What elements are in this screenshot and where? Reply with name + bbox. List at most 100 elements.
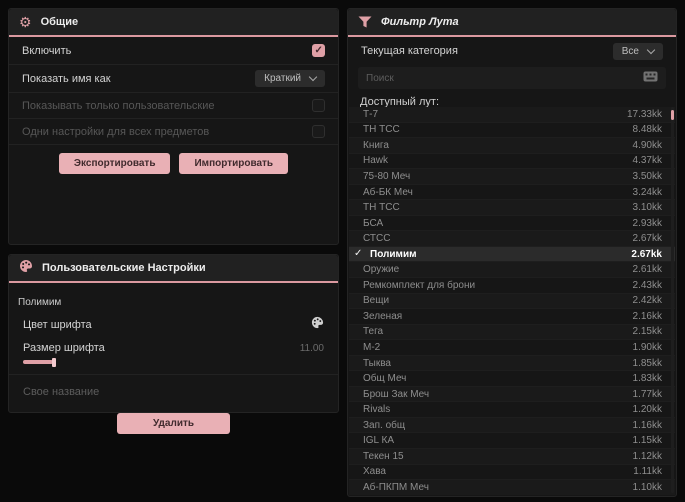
item-value: 2.42kk [632,295,662,307]
list-item-selected[interactable]: Полимим 2.67kk [349,246,675,263]
item-value: 1.15kk [632,435,662,447]
item-name: Оружие [363,264,400,276]
only-custom-checkbox[interactable] [312,99,325,112]
item-name: Книга [363,139,389,151]
enable-label: Включить [22,44,72,57]
item-value: 2.67kk [632,233,662,245]
list-item[interactable]: Хава 1.11kk [349,465,675,481]
list-item[interactable]: Брош Зак Меч 1.77kk [349,386,675,403]
list-item[interactable]: Зап. общ 1.16kk [349,417,675,434]
item-name: БСА [363,217,384,229]
chevron-down-icon [646,45,656,54]
item-name: Ремкомплект для брони [363,279,476,291]
item-name: Хава [363,466,386,478]
search-input[interactable] [366,72,635,84]
list-item[interactable]: Т-7 17.33kk [349,107,675,123]
item-value: 2.61kk [632,264,662,276]
keyboard-icon[interactable] [643,69,658,87]
loot-filter-title: Фильтр Лута [381,16,459,28]
item-name: Вещи [363,295,390,307]
custom-settings-title: Пользовательские Настройки [42,262,206,274]
list-item[interactable]: Текен 15 1.12kk [349,449,675,465]
custom-settings-panel: Пользовательские Настройки Полимим Цвет … [8,254,339,434]
list-item[interactable]: Тега 2.15kk [349,324,675,341]
list-item[interactable]: Hawk 4.37kk [349,154,675,170]
category-label: Текущая категория [361,45,458,57]
font-size-slider[interactable] [23,358,324,367]
font-size-row: Размер шрифта 11.00 [9,338,338,358]
item-value: 2.93kk [632,217,662,229]
funnel-icon [358,16,372,28]
item-value: 2.43kk [632,279,662,291]
same-settings-checkbox[interactable] [312,125,325,138]
item-name: СТСС [363,233,391,245]
same-settings-label: Одни настройки для всех предметов [22,125,210,138]
color-picker-icon[interactable] [311,316,324,334]
list-item[interactable]: 75-80 Меч 3.50kk [349,169,675,185]
item-value: 1.83kk [632,373,662,385]
same-settings-row: Одни настройки для всех предметов [9,119,338,145]
item-name: Аб-ПКПМ Меч [363,481,429,493]
list-item[interactable]: Ремкомплект для брони 2.43kk [349,278,675,294]
category-dropdown-value: Все [621,45,639,57]
item-name: Брош Зак Меч [363,388,430,400]
show-name-label: Показать имя как [22,72,111,85]
item-name: Тыква [363,357,391,369]
list-item[interactable]: Зеленая 2.16kk [349,309,675,325]
list-item[interactable]: Rivals 1.20kk [349,402,675,418]
delete-button[interactable]: Удалить [116,413,231,434]
list-item[interactable]: Тыква 1.85kk [349,355,675,372]
item-value: 1.77kk [632,388,662,400]
list-item[interactable]: Аб-ПКПМ Меч 1.10kk [349,480,675,495]
list-item[interactable]: М-2 1.90kk [349,340,675,356]
item-name: Rivals [363,404,391,416]
list-item[interactable]: Аб-БК Меч 3.24kk [349,185,675,201]
list-item[interactable]: IGL КА 1.15kk [349,433,675,450]
custom-name-input[interactable] [23,386,324,398]
enable-checkbox[interactable] [312,44,325,57]
general-panel-header: Общие [9,9,338,37]
item-name: Зеленая [363,310,403,322]
item-name: Hawk [363,155,389,167]
item-name: IGL КА [363,435,395,447]
only-custom-label: Показывать только пользовательские [22,99,215,112]
show-name-dropdown[interactable]: Краткий [255,70,325,87]
item-value: 4.37kk [632,155,662,167]
export-import-row: Экспортировать Импортировать [9,145,338,174]
font-size-value: 11.00 [299,342,324,354]
search-box[interactable] [358,67,666,89]
list-item[interactable]: Вещи 2.42kk [349,293,675,310]
item-name: Полимим [370,248,417,260]
category-dropdown[interactable]: Все [612,42,663,60]
export-button[interactable]: Экспортировать [58,153,171,174]
item-value: 2.16kk [632,310,662,322]
item-value: 1.90kk [632,341,662,353]
list-item[interactable]: СТСС 2.67kk [349,231,675,247]
gear-icon [19,15,32,29]
item-name: Текен 15 [363,450,404,462]
delete-row: Удалить [9,406,338,434]
custom-name-row [9,374,338,406]
slider-handle[interactable] [52,358,56,367]
list-item[interactable]: Книга 4.90kk [349,138,675,154]
item-name: Зап. общ [363,419,406,431]
scrollbar[interactable] [671,107,674,493]
item-value: 17.33kk [626,108,662,120]
import-button[interactable]: Импортировать [179,153,289,174]
item-value: 2.15kk [632,326,662,338]
list-item[interactable]: ТН ТСС 3.10kk [349,200,675,216]
list-item[interactable]: Оружие 2.61kk [349,262,675,279]
list-item[interactable]: БСА 2.93kk [349,216,675,232]
list-item[interactable]: ТН ТСС 8.48kk [349,123,675,139]
item-value: 3.24kk [632,186,662,198]
font-size-label: Размер шрифта [23,342,105,354]
list-item[interactable]: Общ Меч 1.83kk [349,371,675,387]
custom-settings-header: Пользовательские Настройки [9,255,338,283]
item-value: 4.90kk [632,139,662,151]
item-value: 1.11kk [633,466,662,478]
selected-item-label: Полимим [18,297,62,308]
category-row: Текущая категория Все [348,37,676,65]
scrollbar-thumb[interactable] [671,110,674,120]
loot-filter-header: Фильтр Лута [348,9,676,37]
general-panel-title: Общие [40,16,79,28]
